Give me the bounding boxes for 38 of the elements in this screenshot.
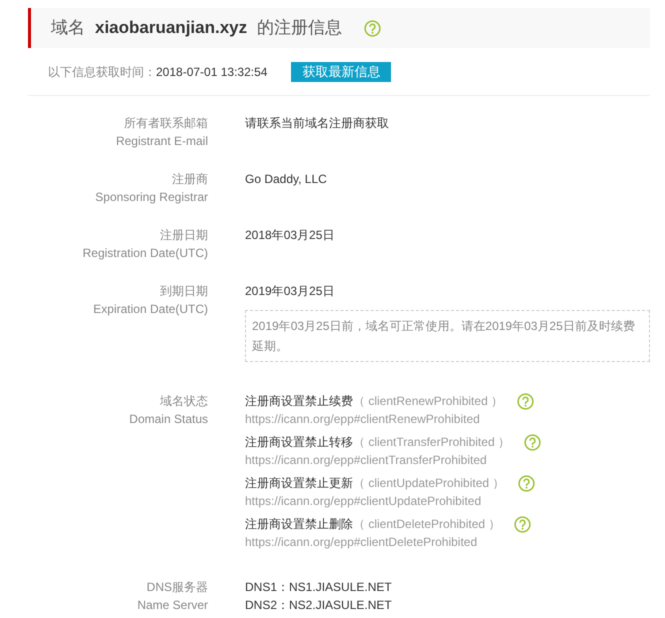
field-label: 注册日期 xyxy=(159,227,208,244)
field-label: 所有者联系邮箱 xyxy=(123,115,208,132)
status-code: （ clientTransferProhibited ） xyxy=(353,434,510,451)
status-code: （ clientUpdateProhibited ） xyxy=(353,475,504,492)
field-value: 2018年03月25日 xyxy=(245,227,336,244)
fetch-time-label: 以下信息获取时间： xyxy=(48,64,156,80)
status-code: （ clientDeleteProhibited ） xyxy=(353,516,500,533)
status-name: 注册商设置禁止删除 xyxy=(245,516,353,533)
refresh-button[interactable]: 获取最新信息 xyxy=(291,62,392,82)
field-label-en: Registration Date(UTC) xyxy=(82,245,208,262)
field-label: 注册商 xyxy=(171,171,208,188)
name-server: DNS1：NS1.JIASULE.NET xyxy=(245,579,393,596)
status-name: 注册商设置禁止更新 xyxy=(245,475,353,492)
name-server: DNS2：NS2.JIASULE.NET xyxy=(245,597,393,614)
field-label-en: Registrant E-mail xyxy=(114,133,208,150)
field-label-en: Domain Status xyxy=(128,411,208,428)
help-icon[interactable] xyxy=(364,20,382,36)
field-label: 到期日期 xyxy=(159,283,208,300)
fetch-time: 2018-07-01 13:32:54 xyxy=(156,64,268,80)
field-label-en: Sponsoring Registrar xyxy=(94,189,208,206)
field-value: 2019年03月25日 xyxy=(245,283,336,300)
help-icon[interactable] xyxy=(517,392,534,410)
field-label-en: Expiration Date(UTC) xyxy=(92,301,208,318)
title-suffix: 的注册信息 xyxy=(257,17,342,40)
help-icon[interactable] xyxy=(524,434,541,450)
status-name: 注册商设置禁止续费 xyxy=(245,393,353,410)
help-icon[interactable] xyxy=(514,516,532,532)
domain-name: xiaobaruanjian.xyz xyxy=(95,17,248,40)
help-icon[interactable] xyxy=(518,474,536,492)
title-prefix: 域名 xyxy=(51,17,85,40)
field-label: DNS服务器 xyxy=(146,579,208,596)
field-value: 请联系当前域名注册商获取 xyxy=(245,115,390,132)
status-code: （ clientRenewProhibited ） xyxy=(353,393,504,410)
field-value: Go Daddy, LLC xyxy=(245,171,328,188)
field-label-en: Name Server xyxy=(136,597,208,614)
status-name: 注册商设置禁止转移 xyxy=(245,434,353,451)
field-label: 域名状态 xyxy=(159,393,208,410)
expiry-notice: 2019年03月25日前，域名可正常使用。请在2019年03月25日前及时续费延期。 xyxy=(245,310,650,362)
